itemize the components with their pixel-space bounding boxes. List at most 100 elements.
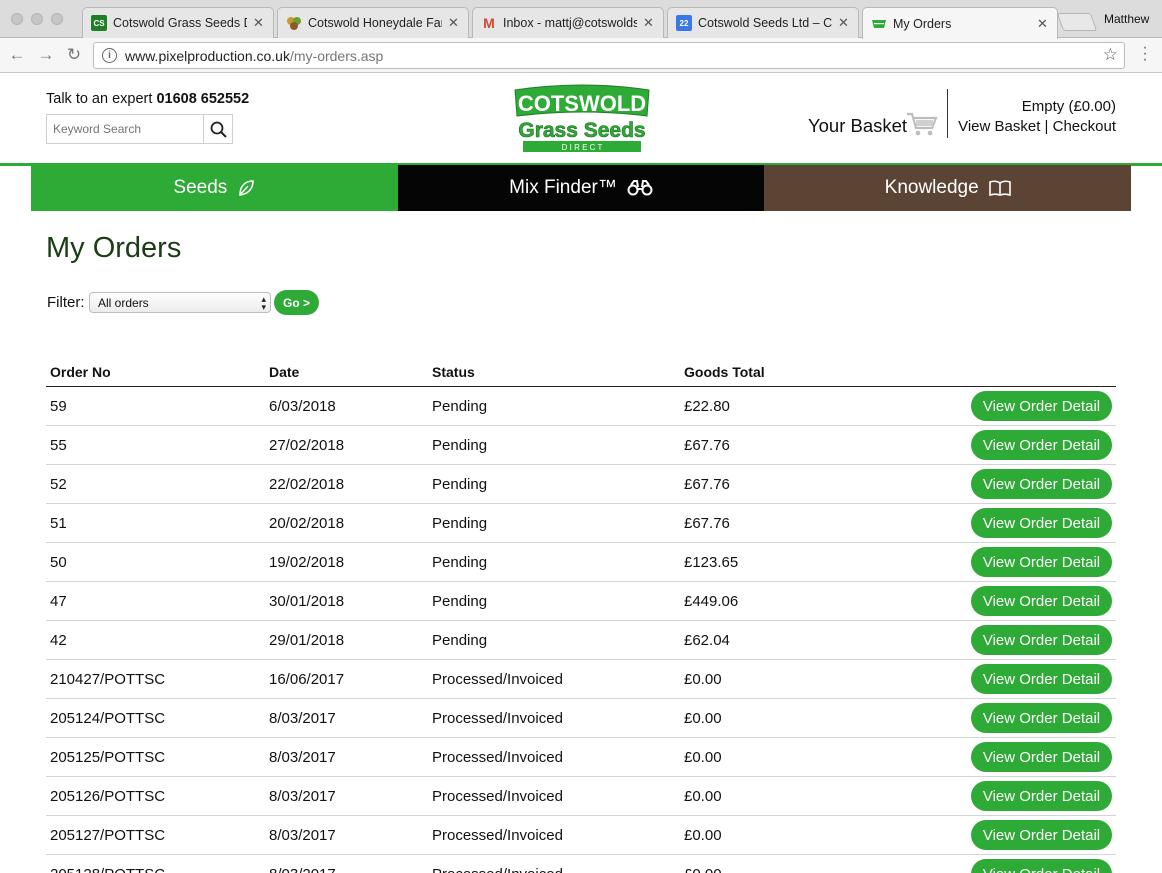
checkout-link[interactable]: Checkout	[1053, 118, 1116, 135]
view-order-detail-button[interactable]: View Order Detail	[971, 547, 1112, 577]
view-order-detail-button[interactable]: View Order Detail	[971, 781, 1112, 811]
nav-seeds[interactable]: Seeds	[31, 165, 398, 211]
date-cell: 8/03/2017	[269, 788, 336, 805]
browser-tab-4[interactable]: My Orders ✕	[862, 7, 1058, 39]
expert-text: Talk to an expert	[46, 91, 153, 107]
go-button[interactable]: Go >	[274, 290, 319, 315]
leaf-icon	[237, 179, 255, 197]
order-no-cell: 205128/POTTSC	[50, 866, 165, 873]
status-cell: Processed/Invoiced	[432, 788, 563, 805]
view-order-detail-button[interactable]: View Order Detail	[971, 703, 1112, 733]
date-cell: 29/01/2018	[269, 632, 345, 649]
window-close-button[interactable]	[11, 13, 23, 25]
date-cell: 27/02/2018	[269, 437, 345, 454]
phone-number[interactable]: 01608 652552	[156, 91, 249, 107]
goods-total-cell: £62.04	[684, 632, 730, 649]
goods-total-cell: £0.00	[684, 827, 722, 844]
reload-icon[interactable]: ↻	[63, 44, 85, 66]
view-order-detail-button[interactable]: View Order Detail	[971, 625, 1112, 655]
cs-favicon-icon: CS	[91, 15, 107, 31]
browser-tab-0[interactable]: CS Cotswold Grass Seeds D ✕	[82, 7, 274, 38]
order-no-cell: 51	[50, 515, 67, 532]
info-icon[interactable]: i	[102, 48, 117, 63]
date-cell: 19/02/2018	[269, 554, 345, 571]
tab-close-icon[interactable]: ✕	[253, 15, 265, 31]
tab-close-icon[interactable]: ✕	[643, 15, 655, 31]
url-host: www.pixelproduction.co.uk	[125, 47, 290, 64]
goods-total-cell: £123.65	[684, 554, 739, 571]
table-row: 205127/POTTSC 8/03/2017 Processed/Invoiced…	[46, 816, 1116, 855]
view-order-detail-button[interactable]: View Order Detail	[971, 391, 1112, 421]
goods-total-cell: £0.00	[684, 866, 722, 873]
date-cell: 22/02/2018	[269, 476, 345, 493]
status-cell: Pending	[432, 398, 488, 415]
cart-icon[interactable]	[906, 111, 938, 142]
status-cell: Pending	[432, 476, 488, 493]
view-order-detail-button[interactable]: View Order Detail	[971, 469, 1112, 499]
back-arrow-icon[interactable]: ←	[6, 44, 28, 66]
table-row: 205128/POTTSC 8/03/2017 Processed/Invoiced…	[46, 855, 1116, 873]
browser-tab-1[interactable]: Cotswold Honeydale Farn ✕	[277, 7, 469, 38]
view-order-detail-button[interactable]: View Order Detail	[971, 859, 1112, 873]
search-button[interactable]	[203, 115, 232, 143]
status-cell: Processed/Invoiced	[432, 710, 563, 727]
new-tab-button[interactable]	[1056, 13, 1098, 31]
date-cell: 8/03/2017	[269, 866, 336, 873]
goods-total-cell: £67.76	[684, 476, 730, 493]
browser-toolbar: ← → ↻ i www.pixelproduction.co.uk/my-ord…	[0, 38, 1162, 73]
basket-label[interactable]: Your Basket	[808, 115, 907, 137]
basket-status: Empty (£0.00)	[1021, 98, 1116, 115]
nav-knowledge-label: Knowledge	[884, 177, 979, 198]
tab-close-icon[interactable]: ✕	[1037, 16, 1049, 32]
table-header: Order No Date Status Goods Total	[46, 357, 1116, 387]
view-order-detail-button[interactable]: View Order Detail	[971, 586, 1112, 616]
nav-mix-finder[interactable]: Mix Finder™	[397, 165, 765, 211]
date-cell: 8/03/2017	[269, 827, 336, 844]
search-icon	[210, 121, 227, 138]
logo-line2: Grass Seeds	[518, 119, 645, 142]
table-row: 205124/POTTSC 8/03/2017 Processed/Invoiced…	[46, 699, 1116, 738]
goods-total-cell: £67.76	[684, 515, 730, 532]
window-minimize-button[interactable]	[31, 13, 43, 25]
address-bar[interactable]: i www.pixelproduction.co.uk/my-orders.as…	[93, 42, 1125, 69]
nav-knowledge[interactable]: Knowledge	[764, 165, 1132, 211]
date-cell: 6/03/2018	[269, 398, 336, 415]
view-order-detail-button[interactable]: View Order Detail	[971, 742, 1112, 772]
date-cell: 20/02/2018	[269, 515, 345, 532]
calendar-favicon-icon: 22	[676, 15, 692, 31]
column-header-date: Date	[269, 364, 300, 380]
order-no-cell: 210427/POTTSC	[50, 671, 166, 688]
table-row: 59 6/03/2018 Pending £22.80 View Order Detai…	[46, 387, 1116, 426]
browser-tab-2[interactable]: M Inbox - mattj@cotswolds ✕	[472, 7, 664, 38]
status-cell: Pending	[432, 554, 488, 571]
url-path: /my-orders.asp	[289, 47, 384, 64]
goods-total-cell: £0.00	[684, 749, 722, 766]
page-title: My Orders	[46, 232, 182, 264]
forward-arrow-icon[interactable]: →	[35, 44, 57, 66]
view-order-detail-button[interactable]: View Order Detail	[971, 820, 1112, 850]
tab-close-icon[interactable]: ✕	[448, 15, 460, 31]
tab-close-icon[interactable]: ✕	[838, 15, 850, 31]
filter-select[interactable]: All orders ▴ ▾	[89, 292, 271, 313]
status-cell: Pending	[432, 593, 488, 610]
browser-menu-icon[interactable]: · · ·	[1138, 40, 1152, 68]
goods-total-cell: £22.80	[684, 398, 730, 415]
order-no-cell: 205127/POTTSC	[50, 827, 166, 844]
browser-tab-3[interactable]: 22 Cotswold Seeds Ltd – Ca ✕	[667, 7, 859, 38]
view-order-detail-button[interactable]: View Order Detail	[971, 430, 1112, 460]
goods-total-cell: £67.76	[684, 437, 730, 454]
filter-label: Filter:	[47, 294, 85, 311]
view-order-detail-button[interactable]: View Order Detail	[971, 664, 1112, 694]
table-row: 47 30/01/2018 Pending £449.06 View Order Det…	[46, 582, 1116, 621]
tab-title: Cotswold Grass Seeds D	[113, 16, 247, 30]
site-logo[interactable]: COTSWOLD Grass Seeds D I R E C T	[511, 84, 653, 154]
profile-name[interactable]: Matthew	[1104, 12, 1149, 26]
view-order-detail-button[interactable]: View Order Detail	[971, 508, 1112, 538]
window-zoom-button[interactable]	[51, 13, 63, 25]
bookmark-star-icon[interactable]: ☆	[1103, 45, 1118, 65]
date-cell: 30/01/2018	[269, 593, 345, 610]
goods-total-cell: £0.00	[684, 788, 722, 805]
main-navigation: Seeds Mix Finder™ Knowledge	[31, 165, 1132, 211]
search-input[interactable]	[47, 115, 203, 143]
view-basket-link[interactable]: View Basket	[958, 118, 1040, 135]
